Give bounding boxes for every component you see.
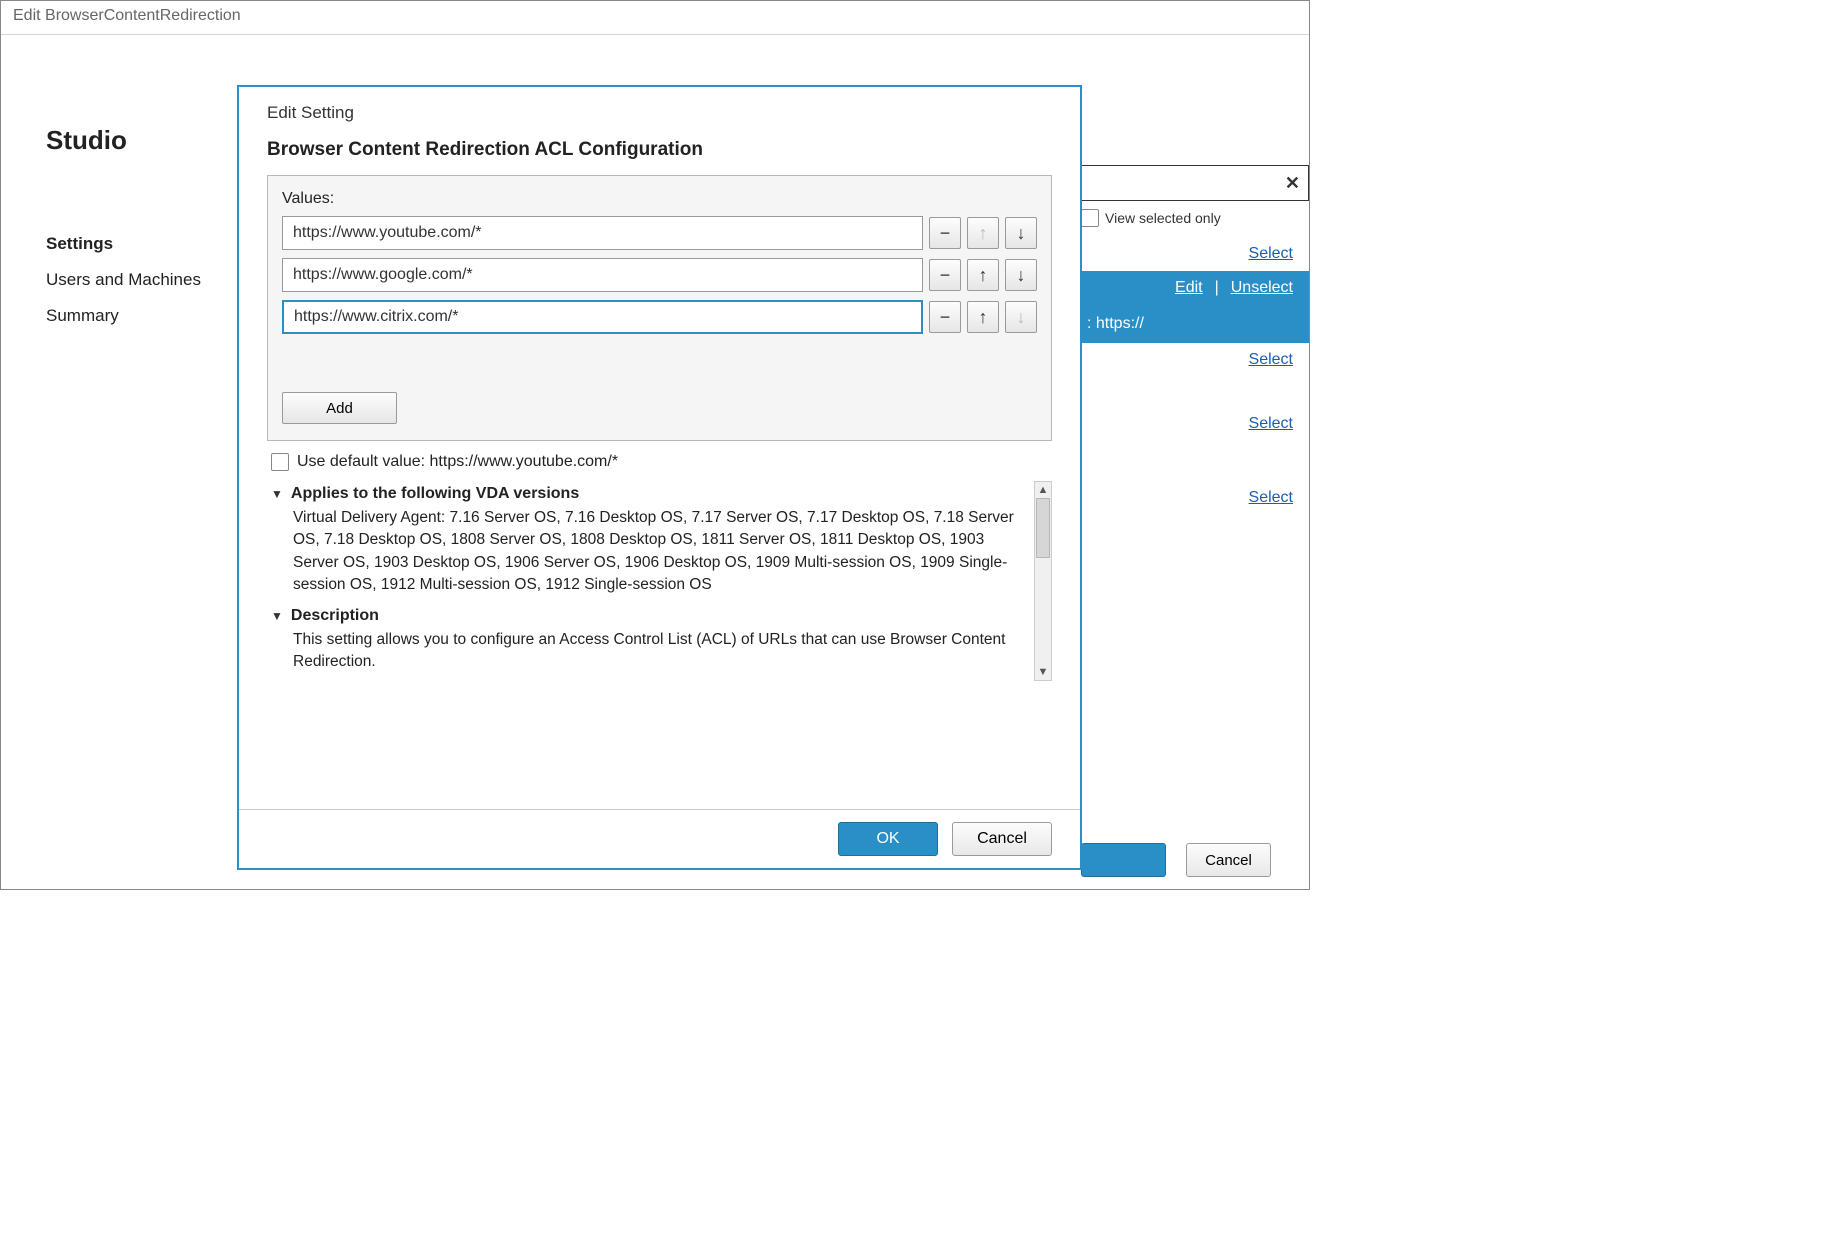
triangle-down-icon: ▼ (271, 487, 283, 501)
scroll-down-icon[interactable]: ▼ (1038, 666, 1049, 678)
remove-value-button[interactable]: − (929, 259, 961, 291)
move-up-button[interactable]: ↑ (967, 259, 999, 291)
move-up-button[interactable]: ↑ (967, 301, 999, 333)
ok-button[interactable]: OK (838, 822, 938, 856)
remove-value-button[interactable]: − (929, 217, 961, 249)
close-icon[interactable]: ✕ (1285, 173, 1300, 194)
background-right-panel: ✕ View selected only Select Edit | Unsel… (1079, 165, 1309, 515)
cancel-button[interactable]: Cancel (952, 822, 1052, 856)
vda-section-header[interactable]: ▼ Applies to the following VDA versions (271, 485, 1026, 503)
value-row: −↑↓ (282, 216, 1037, 250)
bg-search-box[interactable]: ✕ (1079, 165, 1309, 201)
move-down-button: ↓ (1005, 301, 1037, 333)
bg-select-link-3[interactable]: Select (1249, 415, 1293, 433)
value-row: −↑↓ (282, 300, 1037, 334)
remove-value-button[interactable]: − (929, 301, 961, 333)
desc-section-header[interactable]: ▼ Description (271, 607, 1026, 625)
move-down-button[interactable]: ↓ (1005, 217, 1037, 249)
vda-section-body: Virtual Delivery Agent: 7.16 Server OS, … (271, 503, 1026, 597)
studio-logo: Studio (46, 125, 246, 156)
bg-select-link-2[interactable]: Select (1249, 351, 1293, 369)
view-selected-only-row: View selected only (1079, 209, 1309, 227)
modal-footer: OK Cancel (239, 809, 1080, 868)
bg-edit-link[interactable]: Edit (1175, 279, 1203, 297)
move-down-button[interactable]: ↓ (1005, 259, 1037, 291)
use-default-label: Use default value: https://www.youtube.c… (297, 453, 618, 471)
view-selected-only-checkbox[interactable] (1081, 209, 1099, 227)
bg-primary-button[interactable] (1081, 843, 1166, 877)
edit-setting-modal: Edit Setting Browser Content Redirection… (237, 85, 1082, 870)
nav-summary[interactable]: Summary (46, 298, 246, 334)
value-row: −↑↓ (282, 258, 1037, 292)
values-label: Values: (282, 190, 1037, 208)
bg-bottom-buttons: Cancel (1081, 843, 1271, 877)
nav-users-machines[interactable]: Users and Machines (46, 262, 246, 298)
value-url-input[interactable] (282, 258, 923, 292)
value-url-input[interactable] (282, 300, 923, 334)
use-default-checkbox[interactable] (271, 453, 289, 471)
value-url-input[interactable] (282, 216, 923, 250)
scroll-up-icon[interactable]: ▲ (1038, 484, 1049, 496)
desc-section: ▼ Description This setting allows you to… (271, 607, 1026, 674)
values-panel: Values: −↑↓−↑↓−↑↓ Add (267, 175, 1052, 441)
desc-section-body: This setting allows you to configure an … (271, 625, 1026, 674)
bg-unselect-link[interactable]: Unselect (1231, 279, 1293, 297)
info-panel: ▼ Applies to the following VDA versions … (267, 481, 1052, 681)
bg-select-link-1[interactable]: Select (1249, 245, 1293, 263)
vda-section: ▼ Applies to the following VDA versions … (271, 485, 1026, 597)
nav-settings[interactable]: Settings (46, 226, 246, 262)
info-scrollbar[interactable]: ▲ ▼ (1034, 481, 1052, 681)
add-button[interactable]: Add (282, 392, 397, 424)
triangle-down-icon: ▼ (271, 609, 283, 623)
use-default-row: Use default value: https://www.youtube.c… (267, 441, 1052, 481)
bg-select-link-4[interactable]: Select (1249, 489, 1293, 507)
studio-window: Edit BrowserContentRedirection Studio Se… (0, 0, 1310, 890)
bg-cancel-button[interactable]: Cancel (1186, 843, 1271, 877)
modal-heading: Browser Content Redirection ACL Configur… (239, 131, 1080, 175)
vda-section-title: Applies to the following VDA versions (291, 485, 579, 503)
scroll-thumb[interactable] (1036, 498, 1050, 558)
window-title: Edit BrowserContentRedirection (1, 1, 1309, 35)
modal-title: Edit Setting (239, 87, 1080, 131)
desc-section-title: Description (291, 607, 379, 625)
move-up-button: ↑ (967, 217, 999, 249)
bg-https-text: : https:// (1079, 305, 1309, 343)
sidebar: Studio Settings Users and Machines Summa… (46, 125, 246, 334)
view-selected-only-label: View selected only (1105, 210, 1221, 226)
